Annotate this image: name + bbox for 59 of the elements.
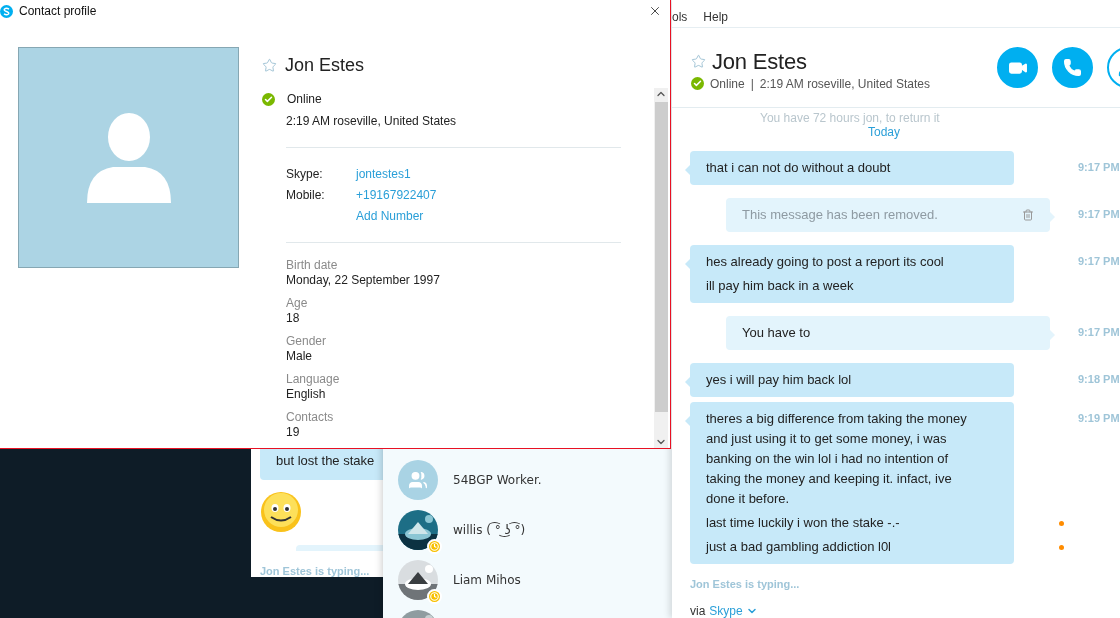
field-label: Age	[286, 296, 309, 311]
field-label: Skype:	[286, 166, 324, 181]
field-value: 19	[286, 425, 301, 440]
faded-message: You have 72 hours jon, to return it	[760, 111, 941, 125]
message-text: that i can not do without a doubt	[706, 159, 891, 177]
day-label: Today	[867, 125, 901, 139]
contact-item[interactable]: willis ( ͡° ͜ʖ ͡°)	[383, 505, 672, 555]
call-button[interactable]	[1052, 47, 1093, 88]
typing-indicator: Jon Estes is typing...	[690, 578, 801, 590]
message-text: You have to	[742, 324, 811, 342]
message-time: 9:17 PM	[1078, 255, 1120, 267]
message-text: yes i will pay him back lol	[706, 371, 852, 389]
status-text: Online	[710, 76, 745, 91]
contact-item[interactable]: Liam Mihos	[383, 555, 672, 605]
scrollbar[interactable]	[654, 88, 668, 448]
field-value: Monday, 22 September 1997	[286, 273, 441, 288]
message-text: just a bad gambling addiction l0l	[706, 538, 891, 556]
message-time: 9:18 PM	[1078, 373, 1120, 385]
message-text: hes already going to post a report its cool	[706, 253, 944, 271]
phone-icon	[1063, 58, 1082, 77]
message-text: This message has been removed.	[742, 206, 938, 224]
smiley-icon	[260, 491, 302, 533]
message-time: 9:19 PM	[1078, 412, 1120, 424]
message-text: theres a big difference from taking the money and just using it to get some money, i was banking on the win lol i had no intention of taking the money and keeping it. infact, ive done it before.	[706, 410, 968, 508]
menu-item[interactable]: Help	[701, 10, 731, 24]
status-text: Online	[287, 92, 322, 107]
message-time: 9:17 PM	[1078, 161, 1120, 173]
contact-name: Liam Mihos	[453, 573, 521, 587]
contact-name-heading: Jon Estes	[285, 54, 365, 76]
location-text: 2:19 AM roseville, United States	[759, 76, 930, 91]
contact-title: Jon Estes	[712, 48, 807, 75]
dialog-title: Contact profile	[19, 4, 98, 18]
menu-item[interactable]: ols	[672, 10, 690, 24]
person-silhouette-icon	[86, 112, 171, 203]
message-time: 9:17 PM	[1078, 326, 1120, 338]
field-label: Birth date	[286, 258, 339, 273]
message-text: ill pay him back in a week	[706, 277, 854, 295]
separator: |	[750, 76, 754, 91]
contact-item[interactable]: 54BGP Worker.	[383, 455, 672, 505]
message-time: 9:17 PM	[1078, 208, 1120, 220]
via-label: via	[690, 604, 706, 618]
message-text: last time luckily i won the stake -.-	[706, 514, 900, 532]
field-label: Contacts	[286, 410, 335, 425]
star-icon[interactable]	[262, 57, 277, 73]
contact-name: 54BGP Worker.	[453, 473, 542, 487]
field-label: Mobile:	[286, 188, 326, 203]
field-value: Male	[286, 349, 313, 364]
location-text: 2:19 AM roseville, United States	[286, 114, 457, 129]
field-value: 18	[286, 311, 301, 326]
people-icon	[408, 470, 428, 490]
field-label: Gender	[286, 334, 328, 349]
star-icon[interactable]	[691, 54, 706, 69]
message-text: but lost the stake	[276, 453, 375, 468]
typing-indicator: Jon Estes is typing...	[260, 565, 371, 577]
field-label: Language	[286, 372, 341, 387]
field-value: English	[286, 387, 327, 402]
video-call-button[interactable]	[997, 47, 1038, 88]
contact-name: willis ( ͡° ͜ʖ ͡°)	[453, 523, 526, 537]
trash-icon[interactable]	[1022, 209, 1034, 221]
